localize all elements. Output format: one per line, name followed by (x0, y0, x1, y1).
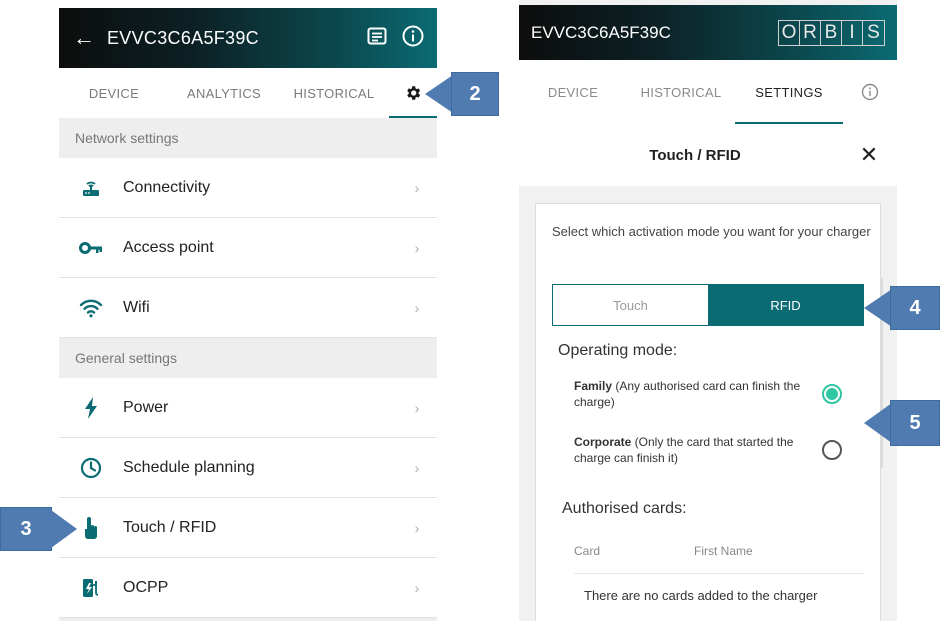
arrow-left-icon (864, 289, 892, 327)
column-card: Card (574, 544, 601, 558)
touch-mode-button[interactable]: Touch (553, 285, 708, 325)
option-name: Family (574, 379, 613, 393)
ocpp-icon (59, 577, 123, 599)
empty-cards-message: There are no cards added to the charger (584, 588, 818, 603)
chevron-right-icon: › (414, 459, 420, 476)
left-tab-bar: DEVICE ANALYTICS HISTORICAL (59, 68, 437, 118)
chevron-right-icon: › (414, 579, 420, 596)
chevron-right-icon: › (414, 239, 420, 256)
tab-device[interactable]: DEVICE (59, 86, 169, 101)
logo-letter: I (842, 20, 863, 45)
settings-item-schedule-planning[interactable]: Schedule planning › (59, 438, 437, 498)
callout-label: 4 (890, 286, 940, 330)
cards-table-header: Card First Name (574, 544, 864, 574)
close-icon[interactable]: ✕ (841, 142, 897, 168)
chevron-right-icon: › (414, 519, 420, 536)
logo-letter: S (867, 21, 880, 43)
tab-historical[interactable]: HISTORICAL (627, 60, 735, 124)
authorised-cards-label: Authorised cards: (562, 500, 687, 517)
callout-label: 5 (890, 400, 940, 446)
logo-letter: B (821, 20, 842, 45)
settings-item-label: Connectivity (123, 178, 211, 196)
tab-settings[interactable]: SETTINGS (735, 60, 843, 124)
right-screen: EVVC3C6A5F39C O R B I S DEVICE HISTORICA… (519, 0, 897, 621)
chevron-right-icon: › (414, 179, 420, 196)
rfid-mode-button[interactable]: RFID (708, 285, 863, 325)
option-text: Family (Any authorised card can finish t… (574, 378, 814, 410)
left-screen: ← EVVC3C6A5F39C DEVICE ANALYTICS HISTORI… (59, 0, 437, 621)
settings-item-label: Wifi (123, 298, 150, 316)
settings-item-label: Access point (123, 238, 214, 256)
callout-label: 2 (451, 72, 499, 116)
tab-analytics[interactable]: ANALYTICS (169, 86, 279, 101)
device-title: EVVC3C6A5F39C (107, 27, 259, 48)
operating-mode-label: Operating mode: (558, 342, 678, 359)
settings-item-touch-rfid[interactable]: Touch / RFID › (59, 498, 437, 558)
activation-mode-toggle: Touch RFID (552, 284, 864, 326)
family-radio[interactable] (822, 384, 842, 404)
chevron-right-icon: › (414, 299, 420, 316)
modal-title: Touch / RFID (649, 146, 741, 164)
callout-label: 3 (0, 507, 52, 551)
lightning-icon (59, 396, 123, 419)
right-app-bar: EVVC3C6A5F39C O R B I S (519, 5, 897, 60)
callout-3: 3 (0, 507, 77, 551)
tab-historical[interactable]: HISTORICAL (279, 86, 389, 101)
device-title: EVVC3C6A5F39C (531, 22, 671, 42)
callout-4: 4 (864, 286, 940, 330)
settings-item-label: Touch / RFID (123, 518, 217, 536)
corporate-radio[interactable] (822, 440, 842, 460)
activation-description: Select which activation mode you want fo… (552, 224, 871, 239)
section-header-general: General settings (59, 338, 437, 378)
gear-icon (407, 86, 421, 100)
left-app-bar: ← EVVC3C6A5F39C (59, 8, 437, 68)
wifi-icon (59, 298, 123, 318)
right-tab-bar: DEVICE HISTORICAL SETTINGS (519, 60, 897, 124)
modal-card: Select which activation mode you want fo… (535, 203, 881, 621)
info-icon[interactable] (843, 60, 897, 124)
modal-header: Touch / RFID ✕ (519, 124, 897, 186)
option-name: Corporate (574, 435, 632, 449)
settings-item-label: Power (123, 398, 169, 416)
chevron-right-icon: › (414, 399, 420, 416)
settings-item-power[interactable]: Power › (59, 378, 437, 438)
info-icon[interactable] (395, 25, 431, 52)
arrow-right-icon (51, 510, 77, 548)
callout-2: 2 (425, 72, 499, 116)
settings-item-label: OCPP (123, 578, 169, 596)
back-arrow-icon[interactable]: ← (59, 25, 107, 51)
section-header-network: Network settings (59, 118, 437, 158)
option-corporate[interactable]: Corporate (Only the card that started th… (574, 434, 874, 466)
settings-item-ocpp[interactable]: OCPP › (59, 558, 437, 618)
settings-item-label: Schedule planning (123, 458, 255, 476)
tab-device[interactable]: DEVICE (519, 60, 627, 124)
option-text: Corporate (Only the card that started th… (574, 434, 814, 466)
option-family[interactable]: Family (Any authorised card can finish t… (574, 378, 874, 410)
callout-5: 5 (864, 400, 940, 446)
settings-item-wifi[interactable]: Wifi › (59, 278, 437, 338)
clock-icon (59, 457, 123, 479)
column-first-name: First Name (694, 544, 753, 558)
settings-item-access-point[interactable]: Access point › (59, 218, 437, 278)
orbis-logo: O R B I S (778, 19, 885, 46)
router-icon (59, 177, 123, 199)
key-icon (59, 241, 123, 255)
settings-item-connectivity[interactable]: Connectivity › (59, 158, 437, 218)
notes-icon[interactable] (359, 27, 395, 50)
logo-letter: O (779, 20, 800, 45)
arrow-left-icon (864, 403, 892, 443)
logo-letter: R (800, 20, 821, 45)
